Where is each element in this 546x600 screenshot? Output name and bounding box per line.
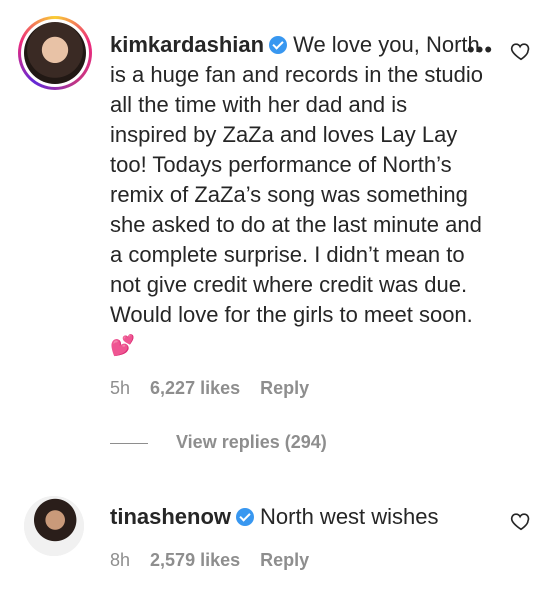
view-replies-button[interactable]: View replies (294) xyxy=(110,432,327,456)
comment-kimkardashian: kimkardashian We love you, North is a hug… xyxy=(0,0,546,452)
two-hearts-emoji: 💕 xyxy=(110,335,135,357)
replies-divider xyxy=(110,442,148,444)
comment-meta: 8h 2,579 likes Reply xyxy=(110,550,329,571)
verified-badge-icon xyxy=(269,36,288,54)
comment-body: kimkardashian We love you, North is a hug… xyxy=(110,30,485,361)
view-replies-label: View replies (294) xyxy=(176,432,327,452)
reply-button[interactable]: Reply xyxy=(260,550,309,570)
comment-text: North west wishes xyxy=(260,504,439,529)
comment-body: tinashenow North west wishes xyxy=(110,502,485,532)
comment-time: 8h xyxy=(110,550,131,570)
comment-text: We love you, North is a huge fan and rec… xyxy=(110,32,484,327)
more-options-icon[interactable]: ••• xyxy=(467,39,497,61)
username-link[interactable]: kimkardashian xyxy=(110,32,264,57)
username-link[interactable]: tinashenow xyxy=(110,504,231,529)
avatar[interactable] xyxy=(24,496,84,556)
heart-outline-icon[interactable] xyxy=(510,40,532,62)
heart-outline-icon[interactable] xyxy=(510,510,532,532)
likes-count[interactable]: 2,579 likes xyxy=(150,550,240,570)
avatar-photo xyxy=(24,496,84,556)
comment-time: 5h xyxy=(110,378,131,398)
reply-button[interactable]: Reply xyxy=(260,378,309,398)
verified-badge-icon xyxy=(236,508,255,526)
comment-meta: 5h 6,227 likes Reply xyxy=(110,378,329,399)
likes-count[interactable]: 6,227 likes xyxy=(150,378,240,398)
avatar xyxy=(24,22,86,84)
comment-tinashenow: tinashenow North west wishes 8h 2,579 like… xyxy=(0,480,546,600)
avatar-story-ring[interactable] xyxy=(18,16,92,90)
